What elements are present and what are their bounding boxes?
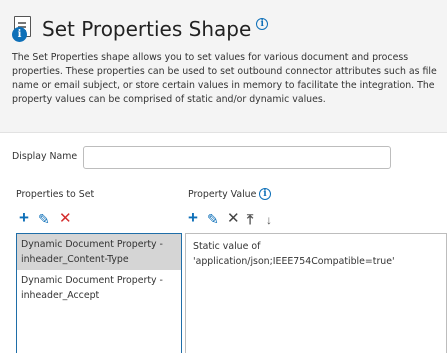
property-value-info-icon[interactable]: i <box>259 188 271 200</box>
delete-value-button[interactable]: ✕ <box>227 211 240 226</box>
list-item[interactable]: Dynamic Document Property - inheader_Acc… <box>17 270 181 306</box>
display-name-label: Display Name <box>12 151 78 162</box>
info-icon[interactable]: i <box>256 18 269 30</box>
properties-list[interactable]: Dynamic Document Property - inheader_Con… <box>16 233 182 353</box>
add-property-button[interactable]: + <box>19 209 29 226</box>
edit-property-button[interactable]: ✎ <box>38 212 50 226</box>
property-value-text: Static value of 'application/json;IEEE75… <box>193 241 395 267</box>
list-item[interactable]: Dynamic Document Property - inheader_Con… <box>17 234 181 270</box>
add-value-button[interactable]: + <box>188 209 198 226</box>
properties-to-set-label: Properties to Set <box>16 189 95 200</box>
move-down-button[interactable]: ↓ <box>266 213 272 227</box>
delete-property-button[interactable]: ✕ <box>59 211 72 226</box>
property-value-box[interactable]: Static value of 'application/json;IEEE75… <box>185 233 447 353</box>
display-name-input[interactable] <box>83 146 391 169</box>
edit-value-button[interactable]: ✎ <box>207 212 219 226</box>
move-top-button[interactable]: ⤒ <box>247 212 253 226</box>
property-value-label: Property Value <box>188 189 257 200</box>
shape-header: i Set Properties Shape i The Set Propert… <box>0 0 447 133</box>
set-properties-shape-icon: i <box>12 16 36 42</box>
shape-description: The Set Properties shape allows you to s… <box>12 52 437 105</box>
page-title: Set Properties Shape <box>42 17 252 41</box>
title-row: i Set Properties Shape i <box>12 16 269 42</box>
